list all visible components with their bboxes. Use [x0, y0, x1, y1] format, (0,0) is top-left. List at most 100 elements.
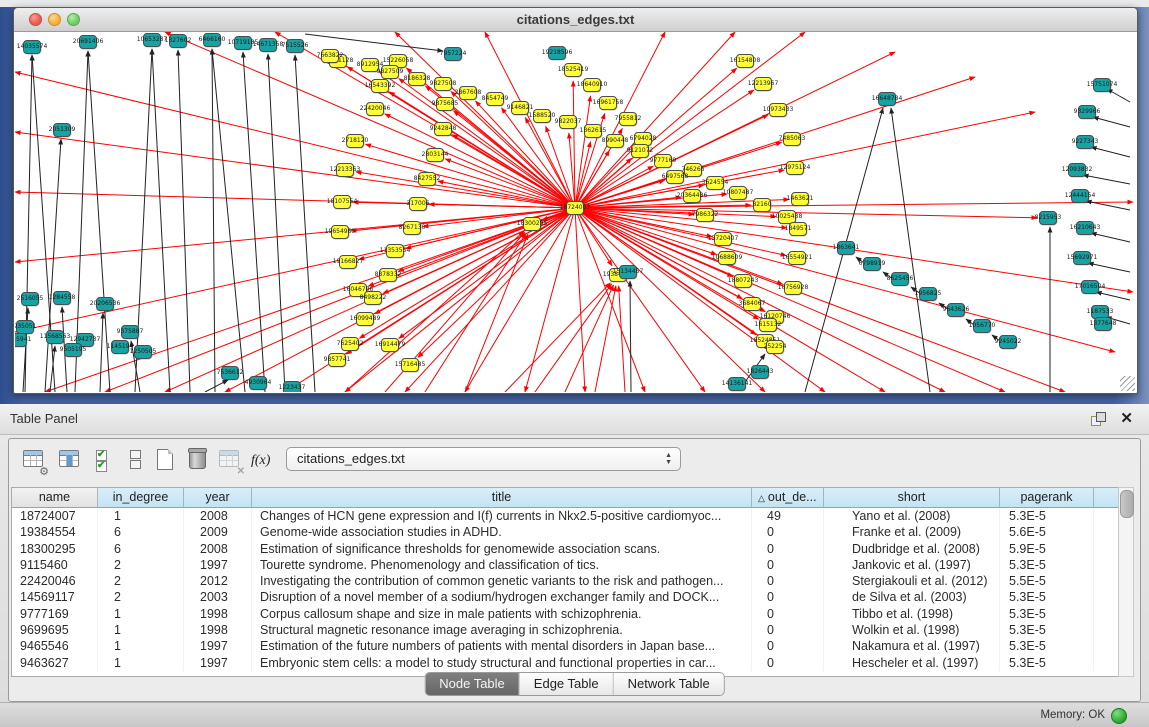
- table-row[interactable]: 1872400712008Changes of HCN gene express…: [12, 508, 1119, 524]
- network-node[interactable]: [249, 376, 267, 390]
- table-row[interactable]: 946362711997Embryonic stem cells: a mode…: [12, 655, 1119, 671]
- network-node[interactable]: [1078, 105, 1096, 119]
- network-node[interactable]: [566, 201, 584, 215]
- table-settings-icon[interactable]: ⚙: [21, 447, 47, 475]
- network-node[interactable]: [436, 97, 454, 111]
- column-visibility-icon[interactable]: [57, 447, 83, 475]
- network-node[interactable]: [21, 292, 39, 306]
- network-node[interactable]: [143, 33, 161, 47]
- network-node[interactable]: [973, 319, 991, 333]
- network-canvas[interactable]: 1872400718601128891295415226058982750916…: [15, 32, 1136, 392]
- network-node[interactable]: [346, 134, 364, 148]
- column-header-title[interactable]: title: [252, 488, 752, 508]
- network-node[interactable]: [341, 337, 359, 351]
- network-node[interactable]: [548, 46, 566, 60]
- network-node[interactable]: [753, 198, 771, 212]
- network-node[interactable]: [459, 86, 477, 100]
- table-row[interactable]: 946554611997Estimation of the future num…: [12, 638, 1119, 654]
- network-node[interactable]: [486, 92, 504, 106]
- network-node[interactable]: [331, 225, 349, 239]
- network-node[interactable]: [426, 148, 444, 162]
- network-node[interactable]: [408, 72, 426, 86]
- table-row[interactable]: 1830029562008Estimation of significance …: [12, 541, 1119, 557]
- column-header-short[interactable]: short: [824, 488, 1000, 508]
- network-node[interactable]: [121, 325, 139, 339]
- network-node[interactable]: [1094, 317, 1112, 331]
- network-node[interactable]: [321, 49, 339, 63]
- column-header-out_de...[interactable]: △out_de...: [752, 488, 824, 508]
- network-node[interactable]: [386, 244, 404, 258]
- column-header-name[interactable]: name: [12, 488, 98, 508]
- network-node[interactable]: [409, 197, 427, 211]
- network-node[interactable]: [769, 103, 787, 117]
- network-node[interactable]: [511, 101, 529, 115]
- network-node[interactable]: [361, 58, 379, 72]
- network-node[interactable]: [328, 353, 346, 367]
- network-node[interactable]: [729, 186, 747, 200]
- network-node[interactable]: [381, 338, 399, 352]
- network-node[interactable]: [234, 36, 252, 50]
- network-node[interactable]: [1076, 135, 1094, 149]
- network-node[interactable]: [919, 287, 937, 301]
- network-node[interactable]: [379, 268, 397, 282]
- window-resize-grip[interactable]: [1120, 376, 1135, 391]
- network-node[interactable]: [203, 33, 221, 47]
- network-node[interactable]: [786, 161, 804, 175]
- network-node[interactable]: [631, 144, 649, 158]
- network-node[interactable]: [999, 335, 1017, 349]
- network-node[interactable]: [666, 170, 684, 184]
- network-node[interactable]: [23, 40, 41, 54]
- tab-network-table[interactable]: Network Table: [614, 673, 724, 695]
- network-node[interactable]: [1076, 221, 1094, 235]
- network-node[interactable]: [169, 34, 187, 48]
- table-row[interactable]: 1456911722003Disruption of a novel membe…: [12, 589, 1119, 605]
- network-node[interactable]: [1071, 189, 1089, 203]
- tab-edge-table[interactable]: Edge Table: [520, 673, 614, 695]
- network-node[interactable]: [734, 274, 752, 288]
- network-node[interactable]: [79, 35, 97, 49]
- table-row[interactable]: 969969511998Structural magnetic resonanc…: [12, 622, 1119, 638]
- network-node[interactable]: [111, 340, 129, 354]
- table-row[interactable]: 977716911998Corpus callosum shape and si…: [12, 606, 1119, 622]
- network-node[interactable]: [366, 102, 384, 116]
- network-node[interactable]: [53, 291, 71, 305]
- table-row[interactable]: 1938455462009Genome-wide association stu…: [12, 524, 1119, 540]
- function-builder-icon[interactable]: f(x): [251, 447, 277, 475]
- network-node[interactable]: [654, 154, 672, 168]
- memory-ok-indicator[interactable]: [1111, 708, 1127, 724]
- network-node[interactable]: [364, 291, 382, 305]
- network-node[interactable]: [533, 109, 551, 123]
- network-node[interactable]: [759, 318, 777, 332]
- network-node[interactable]: [837, 241, 855, 255]
- network-node[interactable]: [583, 78, 601, 92]
- scrollbar-thumb[interactable]: [1120, 490, 1134, 518]
- network-node[interactable]: [64, 343, 82, 357]
- network-node[interactable]: [381, 65, 399, 79]
- network-node[interactable]: [789, 222, 807, 236]
- network-node[interactable]: [878, 92, 896, 106]
- network-node[interactable]: [788, 251, 806, 265]
- window-titlebar[interactable]: citations_edges.txt: [14, 8, 1137, 32]
- network-node[interactable]: [584, 124, 602, 138]
- network-node[interactable]: [46, 330, 64, 344]
- create-column-icon[interactable]: [153, 447, 179, 475]
- table-row[interactable]: 2242004622012Investigating the contribut…: [12, 573, 1119, 589]
- column-header-year[interactable]: year: [184, 488, 252, 508]
- network-node[interactable]: [891, 272, 909, 286]
- network-node[interactable]: [16, 320, 34, 334]
- close-panel-icon[interactable]: ✕: [1120, 409, 1133, 427]
- network-node[interactable]: [286, 39, 304, 53]
- network-node[interactable]: [728, 377, 746, 391]
- network-node[interactable]: [15, 333, 27, 347]
- network-node[interactable]: [683, 189, 701, 203]
- network-node[interactable]: [96, 297, 114, 311]
- column-header-pagerank[interactable]: pagerank: [1000, 488, 1094, 508]
- row-height-icon[interactable]: [123, 447, 149, 475]
- network-node[interactable]: [751, 365, 769, 379]
- network-node[interactable]: [339, 255, 357, 269]
- network-node[interactable]: [784, 281, 802, 295]
- network-node[interactable]: [619, 112, 637, 126]
- network-node[interactable]: [606, 134, 624, 148]
- network-node[interactable]: [1039, 211, 1057, 225]
- network-node[interactable]: [1073, 251, 1091, 265]
